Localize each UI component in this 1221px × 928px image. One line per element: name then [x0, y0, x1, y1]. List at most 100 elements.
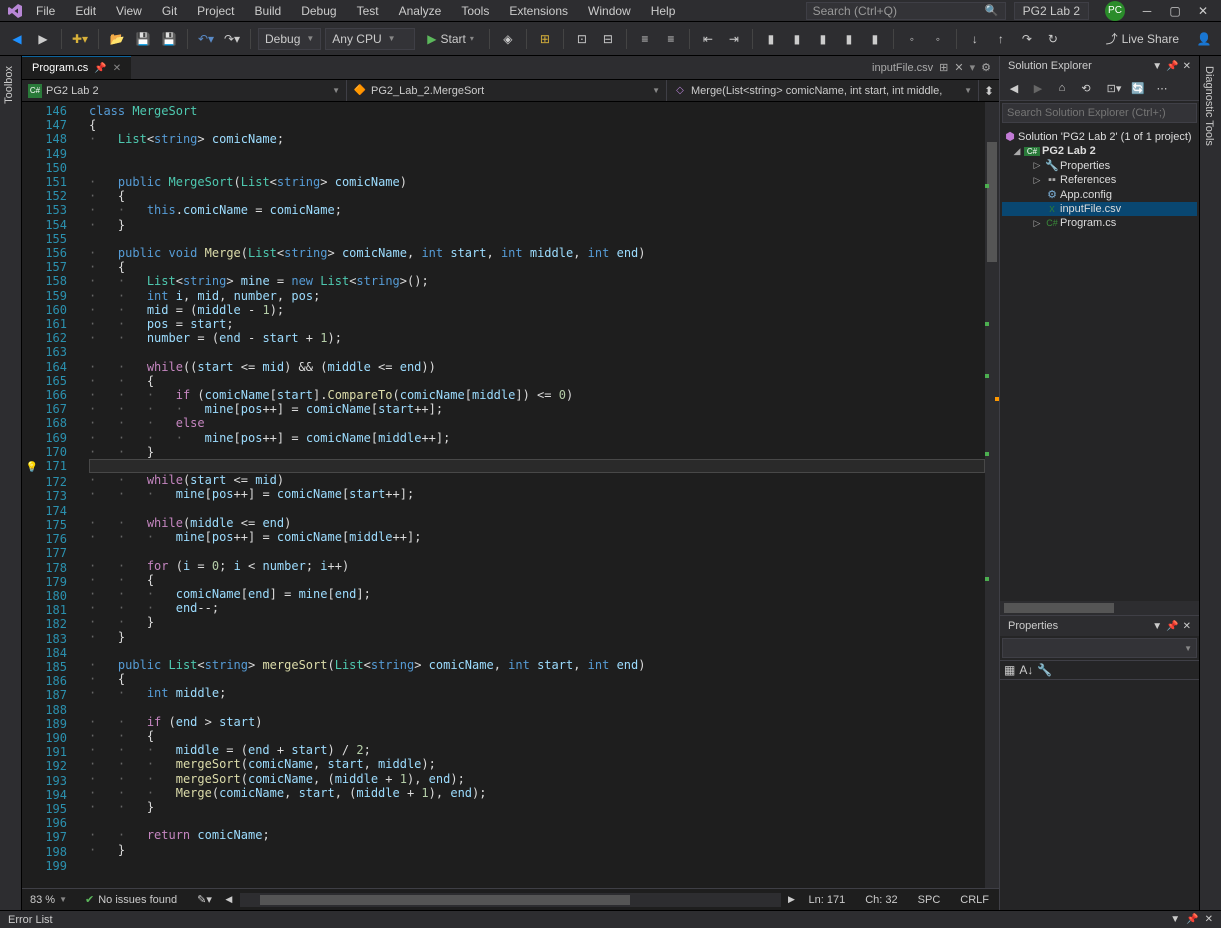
expand-icon[interactable]: ▷	[1030, 160, 1044, 171]
menu-extensions[interactable]: Extensions	[499, 2, 578, 20]
bm-b[interactable]: ▮	[864, 28, 886, 50]
bm-prev[interactable]: ▮	[786, 28, 808, 50]
step-2[interactable]: ↑	[990, 28, 1012, 50]
scroll-left[interactable]: ◀	[222, 894, 236, 905]
menu-view[interactable]: View	[106, 2, 152, 20]
pen-icon[interactable]: ✎▾	[187, 893, 222, 906]
window-minimize[interactable]: ─	[1133, 2, 1161, 20]
menu-window[interactable]: Window	[578, 2, 641, 20]
horizontal-scrollbar[interactable]	[240, 893, 781, 907]
lineending-indicator[interactable]: CRLF	[950, 894, 999, 906]
panel-dropdown-icon[interactable]: ▼	[1152, 61, 1162, 72]
tool-4[interactable]: ⊟	[597, 28, 619, 50]
props-dropdown-icon[interactable]: ▼	[1152, 621, 1162, 632]
save-all[interactable]: 💾	[158, 28, 180, 50]
menu-debug[interactable]: Debug	[291, 2, 346, 20]
bm-next[interactable]: ▮	[812, 28, 834, 50]
tree-properties[interactable]: ▷🔧Properties	[1002, 158, 1197, 173]
gear-icon[interactable]: ⚙	[981, 61, 991, 74]
menu-edit[interactable]: Edit	[65, 2, 106, 20]
split-icon[interactable]: ⬍	[979, 80, 999, 101]
nav-project[interactable]: C#PG2 Lab 2▼	[22, 80, 347, 101]
spaces-indicator[interactable]: SPC	[908, 894, 951, 906]
se-refresh[interactable]: 🔄	[1128, 78, 1148, 98]
undo[interactable]: ↶▾	[195, 28, 217, 50]
quick-search-input[interactable]: Search (Ctrl+Q) 🔍	[806, 2, 1006, 20]
new-item[interactable]: ✚▾	[69, 28, 91, 50]
keep-open-icon[interactable]: ⊞	[939, 61, 948, 74]
preview-file[interactable]: inputFile.csv	[872, 62, 933, 74]
zoom-combo[interactable]: 83 %▼	[22, 894, 75, 906]
close-icon[interactable]: ✕	[113, 63, 121, 74]
se-fwd[interactable]: ▶	[1028, 78, 1048, 98]
menu-test[interactable]: Test	[347, 2, 389, 20]
pin-icon[interactable]: 📌	[94, 63, 106, 74]
window-close[interactable]: ✕	[1189, 2, 1217, 20]
se-sync[interactable]: ⟲	[1076, 78, 1096, 98]
solution-hscroll[interactable]	[1000, 601, 1199, 615]
panel-pin-icon[interactable]: 📌	[1166, 61, 1178, 72]
scroll-right[interactable]: ▶	[785, 894, 799, 905]
categorized-icon[interactable]: ▦	[1004, 663, 1015, 677]
bookmark[interactable]: ▮	[760, 28, 782, 50]
properties-selector[interactable]: ▼	[1002, 638, 1197, 658]
code-editor[interactable]: 1461471481491501511521531541551561571581…	[22, 102, 999, 888]
solution-search-input[interactable]	[1002, 103, 1197, 123]
start-debug-button[interactable]: ▶Start▾	[419, 28, 482, 50]
window-maximize[interactable]: ▢	[1161, 2, 1189, 20]
menu-build[interactable]: Build	[245, 2, 292, 20]
step-1[interactable]: ↓	[964, 28, 986, 50]
nav-forward[interactable]: ▶	[32, 28, 54, 50]
expand-icon[interactable]: ▷	[1030, 218, 1044, 229]
tool-3[interactable]: ⊡	[571, 28, 593, 50]
expand-icon[interactable]: ◢	[1010, 146, 1024, 157]
tree-inputfile[interactable]: xinputFile.csv	[1002, 202, 1197, 216]
bp-1[interactable]: ◦	[901, 28, 923, 50]
se-more[interactable]: ⋯	[1152, 78, 1172, 98]
redo[interactable]: ↷▾	[221, 28, 243, 50]
menu-tools[interactable]: Tools	[451, 2, 499, 20]
step-4[interactable]: ↻	[1042, 28, 1064, 50]
close-preview-icon[interactable]: ✕	[954, 61, 963, 74]
solution-selector[interactable]: PG2 Lab 2	[1014, 2, 1089, 20]
step-3[interactable]: ↷	[1016, 28, 1038, 50]
tree-project[interactable]: ◢C#PG2 Lab 2	[1002, 144, 1197, 158]
bp-2[interactable]: ◦	[927, 28, 949, 50]
nav-back[interactable]: ◀	[6, 28, 28, 50]
vertical-scrollbar[interactable]	[985, 102, 999, 888]
menu-project[interactable]: Project	[187, 2, 244, 20]
se-back[interactable]: ◀	[1004, 78, 1024, 98]
person-icon[interactable]: 👤	[1193, 28, 1215, 50]
tree-appconfig[interactable]: ⚙App.config	[1002, 187, 1197, 202]
alphabetical-icon[interactable]: A↓	[1019, 663, 1033, 677]
bottom-close-icon[interactable]: ✕	[1205, 914, 1213, 925]
toolbox-tab[interactable]: Toolbox	[0, 56, 18, 114]
panel-close-icon[interactable]: ✕	[1183, 61, 1191, 72]
props-close-icon[interactable]: ✕	[1183, 621, 1191, 632]
solution-explorer-header[interactable]: Solution Explorer ▼📌✕	[1000, 56, 1199, 76]
nav-class[interactable]: 🔶PG2_Lab_2.MergeSort▼	[347, 80, 667, 101]
wrench-icon[interactable]: 🔧	[1037, 663, 1052, 677]
menu-analyze[interactable]: Analyze	[389, 2, 452, 20]
se-home[interactable]: ⌂	[1052, 78, 1072, 98]
tree-references[interactable]: ▷▪▪References	[1002, 173, 1197, 187]
props-pin-icon[interactable]: 📌	[1166, 621, 1178, 632]
tree-program[interactable]: ▷C#Program.cs	[1002, 216, 1197, 230]
error-list-bar[interactable]: Error List ▼📌✕	[0, 910, 1221, 928]
tool-2[interactable]: ⊞	[534, 28, 556, 50]
bottom-pin-icon[interactable]: 📌	[1186, 914, 1198, 925]
save[interactable]: 💾	[132, 28, 154, 50]
menu-file[interactable]: File	[26, 2, 65, 20]
user-avatar[interactable]: PC	[1105, 1, 1125, 21]
indent-more[interactable]: ≡	[660, 28, 682, 50]
open-file[interactable]: 📂	[106, 28, 128, 50]
menu-help[interactable]: Help	[641, 2, 686, 20]
expand-icon[interactable]: ▷	[1030, 175, 1044, 186]
platform-combo[interactable]: Any CPU▼	[325, 28, 415, 50]
outdent[interactable]: ⇤	[697, 28, 719, 50]
diagnostic-tools-tab[interactable]: Diagnostic Tools	[1200, 56, 1218, 156]
tab-program-cs[interactable]: Program.cs 📌 ✕	[22, 56, 131, 79]
nav-method[interactable]: ◇Merge(List<string> comicName, int start…	[667, 80, 979, 101]
tool-1[interactable]: ◈	[497, 28, 519, 50]
indent-less[interactable]: ≡	[634, 28, 656, 50]
